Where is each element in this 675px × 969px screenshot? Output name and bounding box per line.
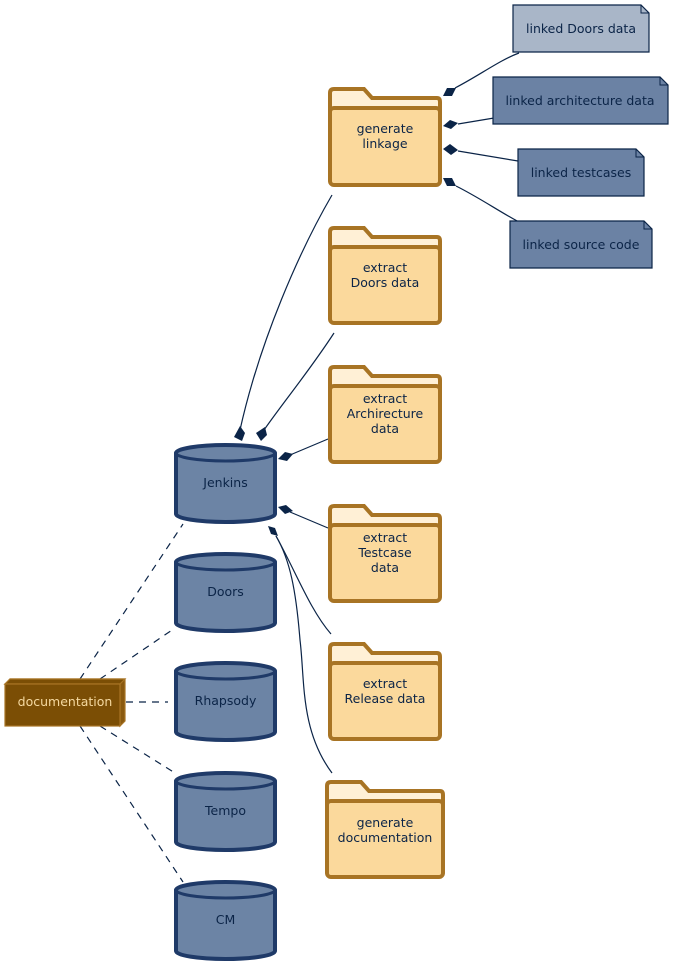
- note-linked-doors-data[interactable]: linked Doors data: [512, 4, 650, 53]
- database-label: Doors: [207, 584, 244, 599]
- composition-diamond: [256, 427, 267, 441]
- database-doors[interactable]: Doors: [174, 552, 277, 633]
- database-cm[interactable]: CM: [174, 880, 277, 961]
- folder-label: data: [371, 560, 399, 575]
- svg-text:generatelinkage: generate linkage: [357, 121, 414, 151]
- folder-extract-architecture-data[interactable]: extract Archirecture data: [328, 365, 442, 464]
- folder-label: data: [371, 421, 399, 436]
- folder-extract-release-data[interactable]: extract Release data: [328, 642, 442, 741]
- note-label: linked architecture data: [505, 93, 654, 108]
- composition-diamond: [443, 120, 458, 129]
- database-label: Tempo: [204, 803, 246, 818]
- database-label: Jenkins: [202, 475, 247, 490]
- note-label: linked testcases: [531, 165, 632, 180]
- database-label: CM: [216, 912, 236, 927]
- database-rhapsody[interactable]: Rhapsody: [174, 661, 277, 742]
- dashed-edge-jenkins: [79, 523, 184, 680]
- folder-label: Doors data: [351, 275, 420, 290]
- database-tempo[interactable]: Tempo: [174, 771, 277, 852]
- folder-generate-linkage[interactable]: generate linkage: [328, 87, 442, 187]
- dashed-edge-tempo: [99, 725, 176, 774]
- edge-extract-release-jenkins: [275, 535, 332, 635]
- edge-extract-doors-jenkins: [263, 332, 335, 431]
- folder-label: extract: [363, 676, 407, 691]
- folder-label: linkage: [362, 136, 407, 151]
- folder-label: documentation: [338, 830, 433, 845]
- composition-diamond: [278, 452, 293, 461]
- composition-diamond: [234, 426, 245, 441]
- dashed-edge-cm: [79, 725, 184, 883]
- diagram-canvas: generate linkage extract Doors data extrac…: [3, 4, 669, 961]
- folder-label: extract: [363, 391, 407, 406]
- note-linked-architecture-data[interactable]: linked architecture data: [492, 76, 669, 125]
- edge-note-testcases: [457, 150, 519, 162]
- folder-extract-testcase-data[interactable]: extract Testcase data: [328, 504, 442, 603]
- note-label: linked Doors data: [526, 21, 636, 36]
- edge-generate-linkage-jenkins: [239, 194, 333, 431]
- composition-diamond: [268, 526, 278, 536]
- edges: [79, 52, 520, 883]
- dashed-edge-doors: [99, 627, 176, 680]
- note-linked-source-code[interactable]: linked source code: [509, 220, 653, 269]
- note-label: linked source code: [523, 237, 640, 252]
- edge-extract-testcase-jenkins: [289, 511, 329, 529]
- edge-generate-documentation-jenkins: [275, 535, 333, 774]
- edge-note-source: [455, 185, 520, 223]
- folder-label: Release data: [345, 691, 426, 706]
- node-documentation[interactable]: documentation: [3, 678, 127, 728]
- database-jenkins[interactable]: Jenkins: [174, 443, 277, 524]
- note-linked-testcases[interactable]: linked testcases: [517, 148, 645, 197]
- composition-diamond: [443, 178, 456, 186]
- folder-label: extract: [363, 530, 407, 545]
- folder-label: Testcase: [357, 545, 412, 560]
- edge-note-architecture: [457, 117, 495, 125]
- folder-extract-doors-data[interactable]: extract Doors data: [328, 226, 442, 325]
- folder-label: generate: [357, 815, 414, 830]
- folder-generate-documentation[interactable]: generate documentation: [325, 780, 445, 879]
- folder-label: Archirecture: [347, 406, 424, 421]
- composition-diamond: [443, 88, 456, 96]
- folder-label: generate: [357, 121, 414, 136]
- composition-diamond: [443, 144, 458, 155]
- node-label: documentation: [18, 694, 113, 709]
- database-label: Rhapsody: [195, 693, 257, 708]
- edge-extract-architecture-jenkins: [289, 438, 329, 456]
- folder-label: extract: [363, 260, 407, 275]
